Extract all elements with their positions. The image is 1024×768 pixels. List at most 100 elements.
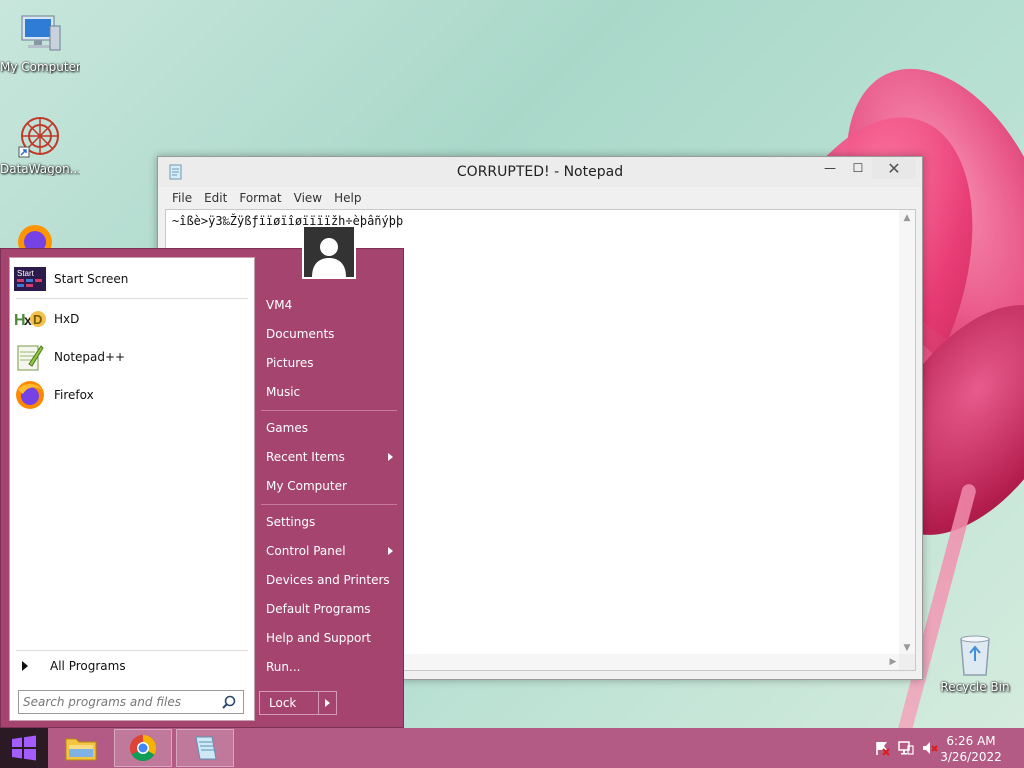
taskbar-chrome[interactable]	[114, 729, 172, 767]
notepad-titlebar[interactable]: CORRUPTED! - Notepad — ☐ ✕	[158, 157, 922, 187]
window-controls: — ☐ ✕	[816, 157, 916, 179]
menu-help[interactable]: Help	[328, 191, 367, 205]
user-icon	[312, 238, 346, 277]
clock-time: 6:26 AM	[946, 734, 996, 748]
taskbar-file-explorer[interactable]	[52, 729, 110, 767]
start-item-firefox[interactable]: Firefox	[14, 378, 250, 412]
chevron-right-icon	[325, 699, 330, 707]
desktop-icon-my-computer[interactable]: My Computer	[0, 10, 80, 74]
all-programs-button[interactable]: All Programs	[18, 654, 248, 678]
lock-label: Lock	[269, 696, 297, 710]
link-label: Documents	[266, 327, 335, 341]
window-title: CORRUPTED! - Notepad	[456, 164, 624, 180]
start-link-pictures[interactable]: Pictures	[259, 351, 399, 375]
link-label: Games	[266, 421, 308, 435]
start-link-default-programs[interactable]: Default Programs	[259, 597, 399, 621]
all-programs-label: All Programs	[50, 659, 126, 673]
power-options-arrow[interactable]	[318, 692, 336, 714]
desktop-icon-recycle-bin[interactable]: Recycle Bin	[935, 630, 1015, 694]
start-link-recent-items[interactable]: Recent Items	[259, 445, 399, 469]
taskbar-notepad[interactable]	[176, 729, 234, 767]
start-item-start-screen[interactable]: Start Start Screen	[14, 262, 250, 296]
link-label: Help and Support	[266, 631, 371, 645]
network-icon[interactable]	[896, 738, 916, 758]
document-text: ~îßè>ÿ3‰Žÿßƒïïøïîøïïïïžh÷èþâñýþþ	[172, 214, 404, 228]
system-clock[interactable]: 6:26 AM 3/26/2022	[936, 733, 1006, 765]
start-link-my-computer[interactable]: My Computer	[259, 474, 399, 498]
link-label: Recent Items	[266, 450, 345, 464]
start-link-help-and-support[interactable]: Help and Support	[259, 626, 399, 650]
start-menu: Start Start Screen H x D HxD Notepad++ F…	[0, 225, 404, 728]
clock-date: 3/26/2022	[940, 750, 1002, 764]
search-icon[interactable]	[219, 692, 239, 712]
hxd-icon: H x D	[14, 303, 46, 335]
start-menu-programs-pane: Start Start Screen H x D HxD Notepad++ F…	[9, 257, 255, 721]
lock-button[interactable]: Lock	[259, 691, 337, 715]
desktop-icon-firefox[interactable]	[0, 216, 70, 248]
link-label: Music	[266, 385, 301, 399]
action-center-flag-icon[interactable]	[872, 738, 892, 758]
menu-view[interactable]: View	[288, 191, 328, 205]
maximize-button[interactable]: ☐	[844, 157, 872, 179]
divider	[261, 410, 397, 411]
link-label: Run...	[266, 660, 301, 674]
desktop-icon-datawagon[interactable]: DataWagon...	[0, 112, 80, 176]
start-link-games[interactable]: Games	[259, 416, 399, 440]
firefox-icon	[14, 379, 46, 411]
scrollbar-corner	[899, 654, 915, 670]
start-item-label: Start Screen	[54, 272, 129, 286]
notepad-icon	[169, 164, 182, 180]
start-link-settings[interactable]: Settings	[259, 510, 399, 534]
start-link-music[interactable]: Music	[259, 380, 399, 404]
file-explorer-icon	[65, 738, 97, 761]
start-item-label: Firefox	[54, 388, 94, 402]
search-box	[18, 690, 244, 714]
link-label: My Computer	[266, 479, 347, 493]
datawagon-icon	[16, 112, 64, 160]
desktop-icon-label: My Computer	[0, 60, 80, 74]
search-input[interactable]	[19, 692, 219, 712]
start-item-notepad-plus-plus[interactable]: Notepad++	[14, 340, 250, 374]
start-link-control-panel[interactable]: Control Panel	[259, 539, 399, 563]
divider	[16, 298, 248, 299]
recycle-bin-icon	[951, 630, 999, 678]
windows-logo-icon	[12, 735, 36, 761]
firefox-icon	[11, 216, 59, 248]
svg-text:Start: Start	[17, 269, 35, 278]
link-label: Devices and Printers	[266, 573, 390, 587]
link-label: Default Programs	[266, 602, 371, 616]
notepad-icon	[195, 736, 217, 760]
divider	[16, 650, 248, 651]
desktop-icon-label: Recycle Bin	[940, 680, 1010, 694]
start-screen-icon: Start	[14, 263, 46, 295]
menu-edit[interactable]: Edit	[198, 191, 233, 205]
start-item-hxd[interactable]: H x D HxD	[14, 302, 250, 336]
desktop-icon-label: DataWagon...	[0, 162, 80, 176]
user-avatar[interactable]	[302, 225, 356, 279]
taskbar: 6:26 AM 3/26/2022	[0, 728, 1024, 768]
start-link-documents[interactable]: Documents	[259, 322, 399, 346]
scroll-up-arrow[interactable]: ▲	[899, 210, 915, 226]
svg-text:D: D	[33, 312, 42, 327]
submenu-arrow-icon	[388, 453, 393, 461]
link-label: Control Panel	[266, 544, 346, 558]
link-label: Pictures	[266, 356, 314, 370]
close-button[interactable]: ✕	[872, 157, 916, 179]
vertical-scrollbar[interactable]: ▲ ▼	[899, 210, 915, 656]
link-label: Settings	[266, 515, 316, 529]
start-item-label: HxD	[54, 312, 80, 326]
start-item-label: Notepad++	[54, 350, 126, 364]
start-button[interactable]	[0, 728, 48, 768]
menu-file[interactable]: File	[166, 191, 198, 205]
computer-icon	[16, 10, 64, 58]
start-link-user-folder[interactable]: VM4	[259, 293, 399, 317]
notepad-plus-plus-icon	[14, 341, 46, 373]
submenu-arrow-icon	[388, 547, 393, 555]
start-link-run[interactable]: Run...	[259, 655, 399, 679]
divider	[261, 504, 397, 505]
start-link-devices-and-printers[interactable]: Devices and Printers	[259, 568, 399, 592]
expand-arrow-icon	[22, 661, 28, 671]
chrome-icon	[129, 734, 157, 762]
minimize-button[interactable]: —	[816, 157, 844, 179]
menu-format[interactable]: Format	[233, 191, 287, 205]
